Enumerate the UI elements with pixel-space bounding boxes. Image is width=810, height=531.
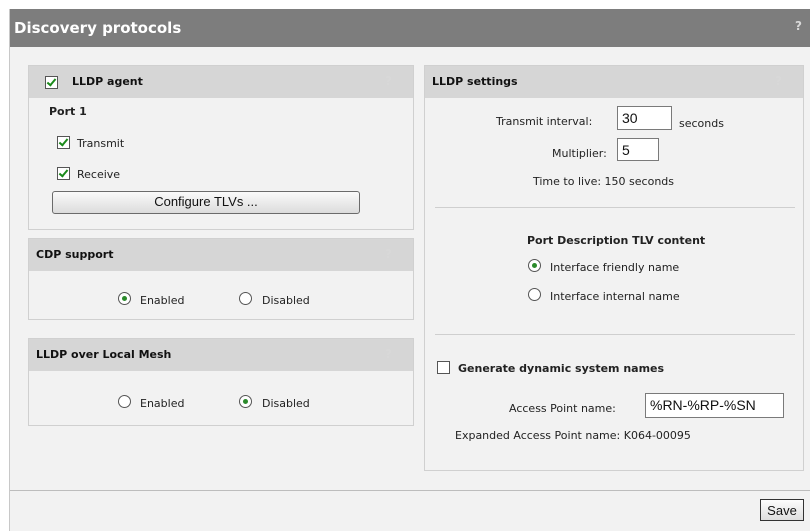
lldp-agent-checkbox[interactable]	[45, 76, 58, 89]
lldp-settings-title: LLDP settings	[432, 75, 518, 88]
lldp-mesh-panel: LLDP over Local Mesh ? Enabled Disabled	[28, 338, 414, 426]
transmit-interval-label: Transmit interval:	[496, 115, 593, 128]
lldp-agent-help-icon[interactable]: ?	[385, 74, 392, 88]
lldp-settings-help-icon[interactable]: ?	[775, 74, 782, 88]
lldp-agent-panel: LLDP agent ? Port 1 Transmit Receive Con…	[28, 65, 414, 230]
configure-tlvs-button[interactable]: Configure TLVs ...	[52, 191, 360, 214]
expanded-access-point-name: Expanded Access Point name: K064-00095	[455, 429, 691, 442]
lldp-mesh-title: LLDP over Local Mesh	[36, 348, 172, 361]
lldp-settings-panel: LLDP settings ? Transmit interval: 30 se…	[424, 65, 804, 471]
save-button[interactable]: Save	[760, 499, 804, 521]
generate-dynamic-names-checkbox[interactable]	[437, 361, 450, 374]
cdp-enabled-radio[interactable]	[118, 292, 131, 305]
transmit-interval-input[interactable]: 30	[617, 106, 672, 130]
page-titlebar: Discovery protocols ?	[10, 9, 810, 47]
interface-internal-name-label: Interface internal name	[550, 290, 680, 303]
mesh-enabled-label: Enabled	[140, 397, 185, 410]
lldp-agent-title: LLDP agent	[72, 75, 143, 88]
lldp-settings-header: LLDP settings ?	[425, 66, 803, 98]
receive-label: Receive	[77, 168, 121, 181]
access-point-name-label: Access Point name:	[509, 402, 616, 415]
lldp-mesh-header: LLDP over Local Mesh ?	[29, 339, 413, 371]
discovery-protocols-page: Discovery protocols ? LLDP agent ? Port …	[9, 9, 810, 531]
access-point-name-input[interactable]: %RN-%RP-%SN	[645, 393, 784, 418]
transmit-interval-unit: seconds	[679, 117, 724, 130]
cdp-support-help-icon[interactable]: ?	[385, 247, 392, 261]
separator	[435, 207, 795, 208]
interface-internal-name-radio[interactable]	[528, 288, 541, 301]
cdp-support-panel: CDP support ? Enabled Disabled	[28, 238, 414, 320]
page-title: Discovery protocols	[14, 19, 182, 37]
multiplier-input[interactable]: 5	[617, 138, 659, 161]
port-description-title: Port Description TLV content	[527, 234, 706, 247]
mesh-enabled-radio[interactable]	[118, 395, 131, 408]
separator	[435, 334, 795, 335]
lldp-agent-header: LLDP agent ?	[29, 66, 413, 98]
mesh-disabled-label: Disabled	[262, 397, 310, 410]
cdp-support-title: CDP support	[36, 248, 114, 261]
generate-dynamic-names-label: Generate dynamic system names	[458, 362, 665, 375]
cdp-enabled-label: Enabled	[140, 294, 185, 307]
mesh-disabled-radio[interactable]	[239, 395, 252, 408]
cdp-disabled-radio[interactable]	[239, 292, 252, 305]
interface-friendly-name-label: Interface friendly name	[550, 261, 680, 274]
port-label: Port 1	[49, 105, 87, 118]
lldp-mesh-help-icon[interactable]: ?	[385, 347, 392, 361]
multiplier-label: Multiplier:	[552, 147, 607, 160]
page-help-icon[interactable]: ?	[795, 19, 802, 33]
receive-checkbox[interactable]	[57, 167, 70, 180]
cdp-disabled-label: Disabled	[262, 294, 310, 307]
cdp-support-header: CDP support ?	[29, 239, 413, 271]
transmit-checkbox[interactable]	[57, 136, 70, 149]
interface-friendly-name-radio[interactable]	[528, 259, 541, 272]
footer-divider	[10, 490, 810, 491]
transmit-label: Transmit	[77, 137, 125, 150]
time-to-live-text: Time to live: 150 seconds	[533, 175, 675, 188]
